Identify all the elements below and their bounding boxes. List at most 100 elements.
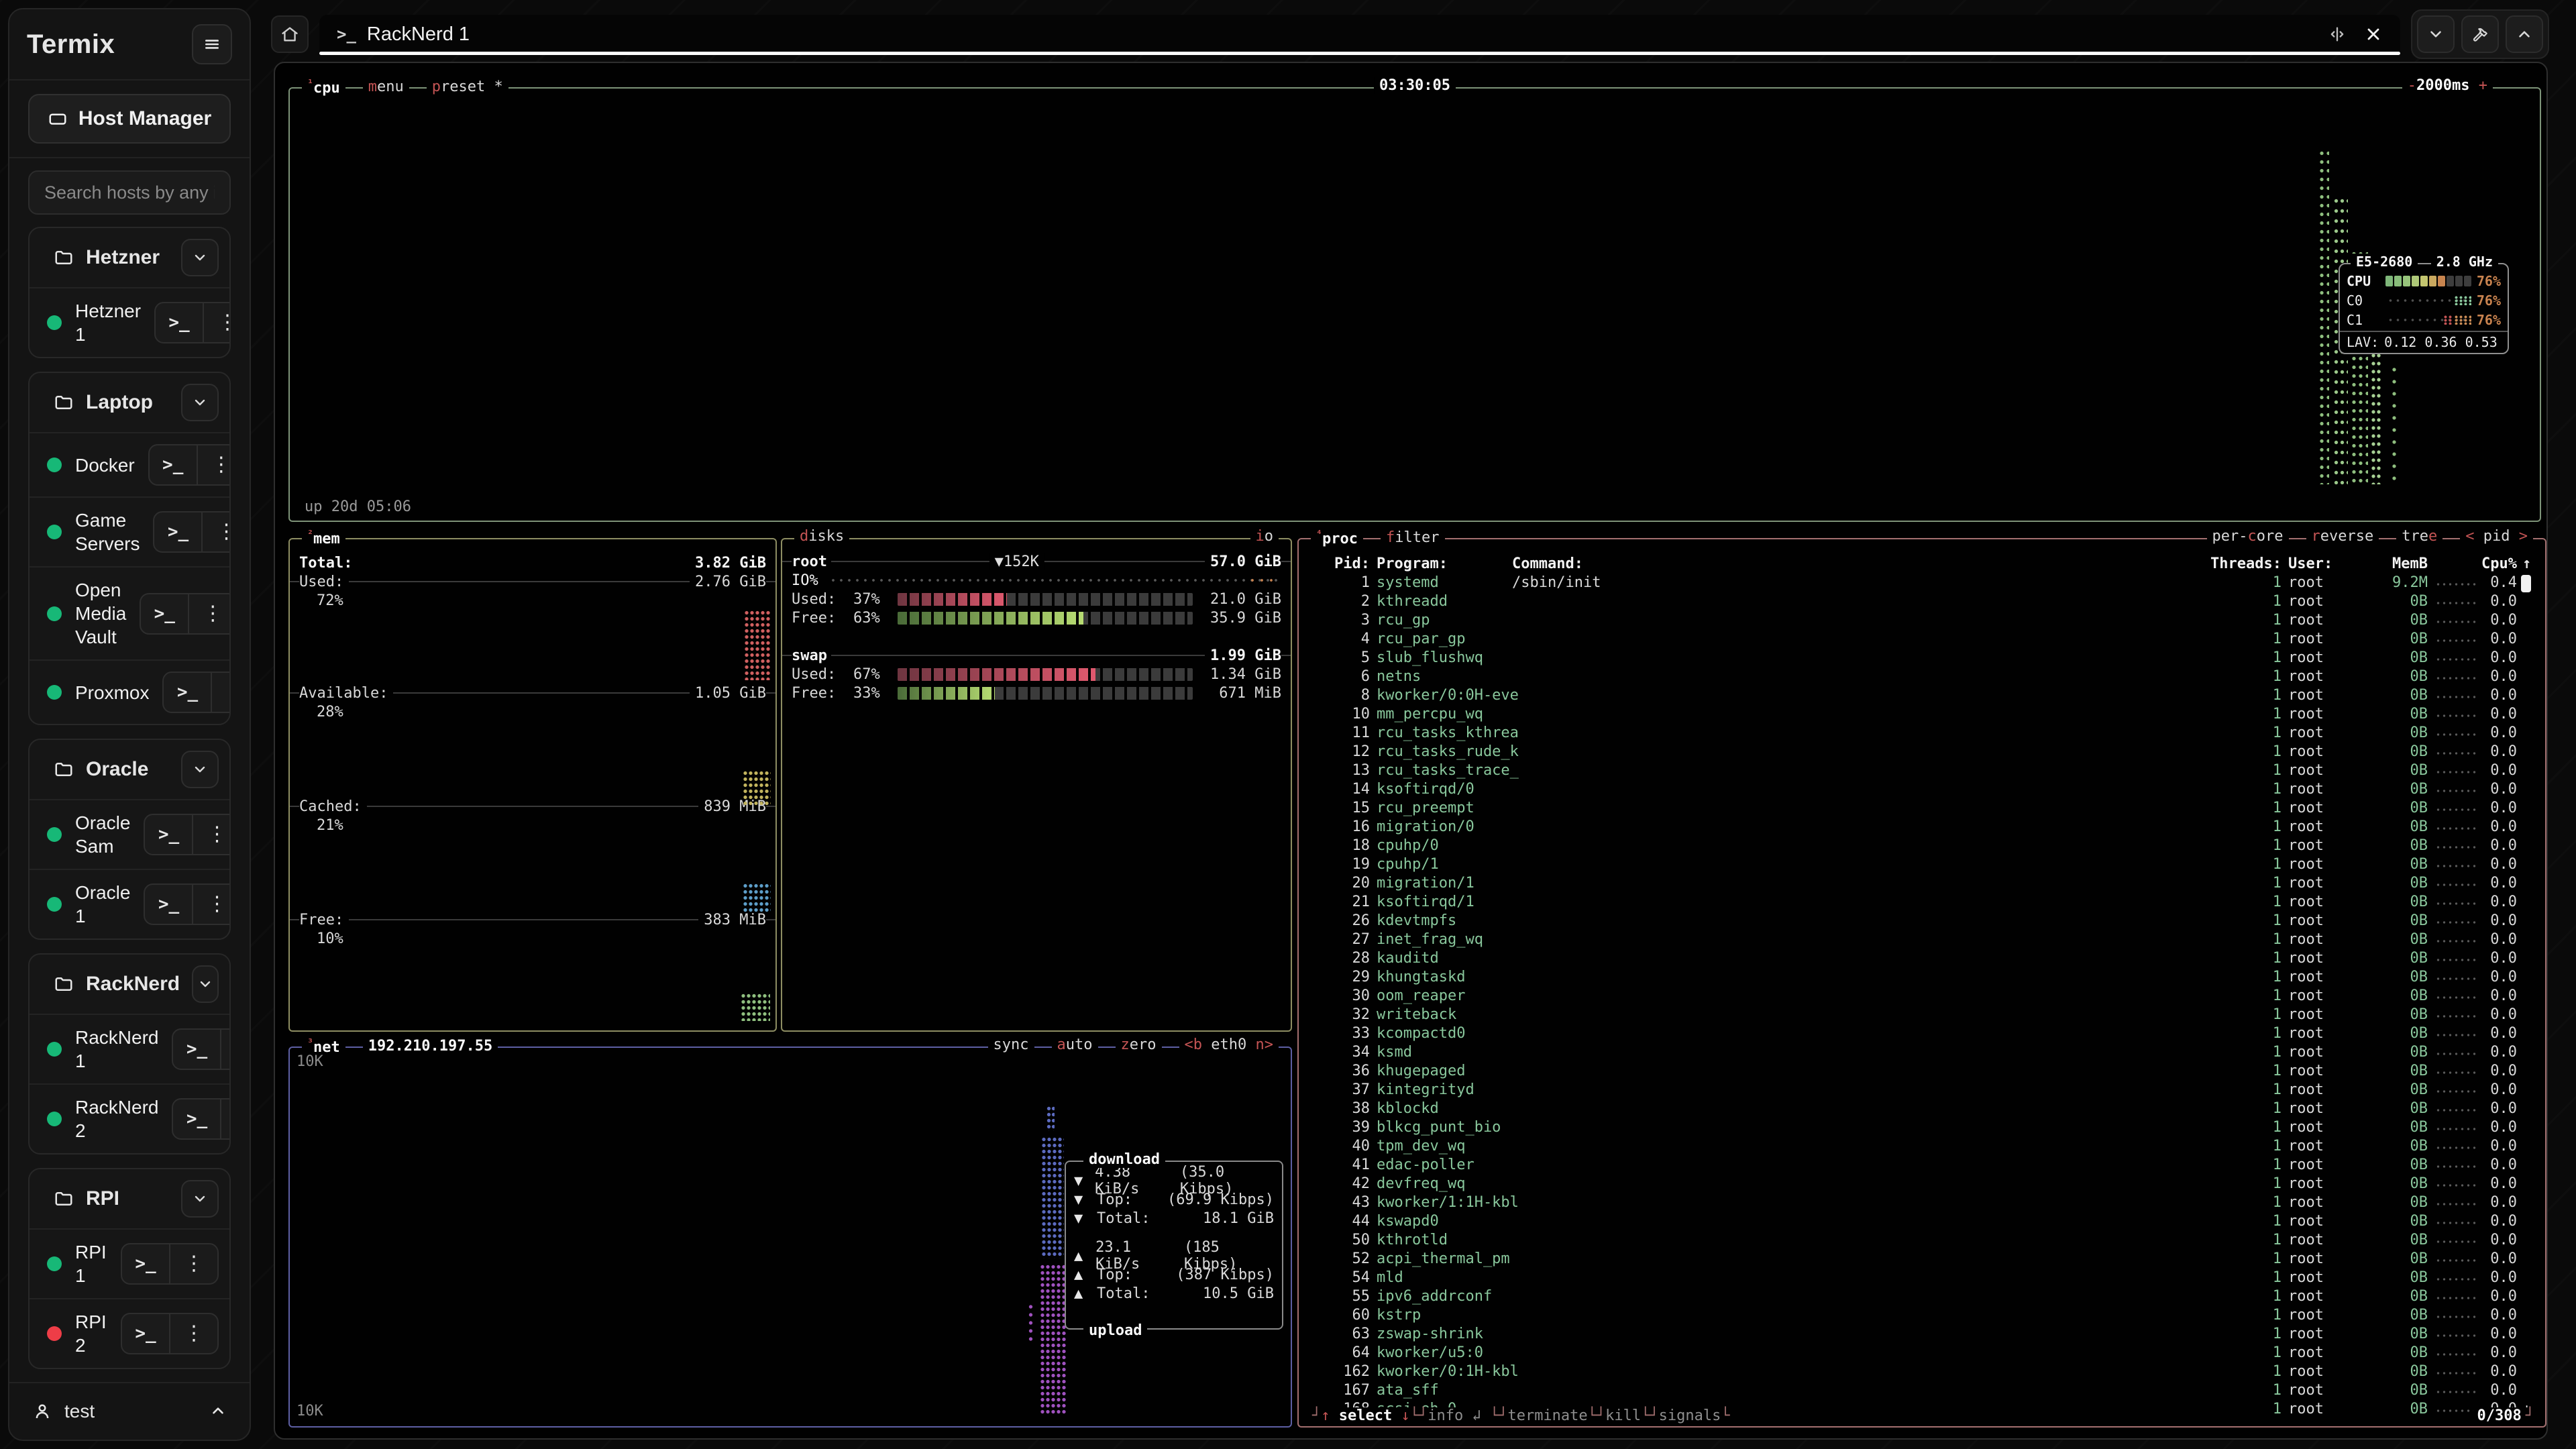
net-toggle[interactable]: sync: [988, 1036, 1034, 1053]
user-footer[interactable]: test: [9, 1382, 250, 1440]
host-row[interactable]: RPI 1>_⋮: [30, 1228, 229, 1298]
host-menu-button[interactable]: ⋮: [169, 1244, 217, 1283]
tools-button[interactable]: [2461, 15, 2499, 53]
net-toggle[interactable]: <b eth0 n>: [1179, 1036, 1279, 1053]
chevron-up-icon[interactable]: [209, 1403, 227, 1420]
group-header[interactable]: RackNerd: [30, 955, 229, 1014]
group-collapse-button[interactable]: [181, 384, 219, 421]
process-row[interactable]: 162kworker/0:1H-kbl1root0B0.0: [1311, 1363, 2533, 1382]
process-row[interactable]: 39blkcg_punt_bio1root0B0.0: [1311, 1119, 2533, 1138]
process-row[interactable]: 18cpuhp/01root0B0.0: [1311, 837, 2533, 856]
process-row[interactable]: 19cpuhp/11root0B0.0: [1311, 856, 2533, 875]
process-row[interactable]: 4rcu_par_gp1root0B0.0: [1311, 631, 2533, 649]
open-terminal-button[interactable]: >_: [154, 513, 201, 551]
process-row[interactable]: 6netns1root0B0.0: [1311, 668, 2533, 687]
process-row[interactable]: 54mld1root0B0.0: [1311, 1269, 2533, 1288]
host-row[interactable]: Game Servers>_⋮: [30, 496, 229, 566]
tab-racknerd-1[interactable]: >_ RackNerd 1: [319, 15, 2400, 54]
host-menu-button[interactable]: ⋮: [192, 815, 231, 854]
process-row[interactable]: 30oom_reaper1root0B0.0: [1311, 987, 2533, 1006]
open-terminal-button[interactable]: >_: [173, 1030, 220, 1069]
process-row[interactable]: 1systemd/sbin/init1root9.2M0.4: [1311, 574, 2533, 593]
host-menu-button[interactable]: ⋮: [192, 885, 231, 924]
host-manager-button[interactable]: Host Manager: [28, 94, 231, 144]
group-header[interactable]: Oracle: [30, 740, 229, 799]
terminal-screen[interactable]: ¹cpu menu preset * 03:30:05 -2000ms + E5…: [274, 62, 2548, 1440]
process-row[interactable]: 64kworker/u5:01root0B0.0: [1311, 1344, 2533, 1363]
open-terminal-button[interactable]: >_: [164, 673, 211, 712]
process-row[interactable]: 5slub_flushwq1root0B0.0: [1311, 649, 2533, 668]
open-terminal-button[interactable]: >_: [145, 815, 192, 854]
process-row[interactable]: 167ata_sff1root0B0.0: [1311, 1382, 2533, 1401]
process-row[interactable]: 10mm_percpu_wq1root0B0.0: [1311, 706, 2533, 724]
process-row[interactable]: 32writeback1root0B0.0: [1311, 1006, 2533, 1025]
net-toggle[interactable]: auto: [1052, 1036, 1098, 1053]
process-row[interactable]: 41edac-poller1root0B0.0: [1311, 1157, 2533, 1175]
host-menu-button[interactable]: ⋮: [211, 673, 231, 712]
io-toggle[interactable]: io: [1250, 528, 1279, 545]
open-terminal-button[interactable]: >_: [150, 445, 197, 484]
group-header[interactable]: Hetzner: [30, 228, 229, 287]
open-terminal-button[interactable]: >_: [156, 303, 203, 342]
host-row[interactable]: Hetzner 1>_⋮: [30, 287, 229, 357]
host-row[interactable]: Oracle Sam>_⋮: [30, 799, 229, 869]
process-row[interactable]: 40tpm_dev_wq1root0B0.0: [1311, 1138, 2533, 1157]
process-row[interactable]: 50kthrotld1root0B0.0: [1311, 1232, 2533, 1250]
process-row[interactable]: 43kworker/1:1H-kbl1root0B0.0: [1311, 1194, 2533, 1213]
process-row[interactable]: 52acpi_thermal_pm1root0B0.0: [1311, 1250, 2533, 1269]
process-row[interactable]: 26kdevtmpfs1root0B0.0: [1311, 912, 2533, 931]
open-terminal-button[interactable]: >_: [145, 885, 192, 924]
process-row[interactable]: 2kthreadd1root0B0.0: [1311, 593, 2533, 612]
preset-toggle[interactable]: preset *: [427, 78, 508, 95]
host-menu-button[interactable]: ⋮: [197, 445, 231, 484]
group-collapse-button[interactable]: [181, 751, 219, 788]
host-menu-button[interactable]: ⋮: [220, 1099, 231, 1138]
open-terminal-button[interactable]: >_: [122, 1314, 169, 1353]
host-row[interactable]: Proxmox>_⋮: [30, 659, 229, 724]
group-collapse-button[interactable]: [192, 965, 219, 1003]
process-row[interactable]: 38kblockd1root0B0.0: [1311, 1100, 2533, 1119]
process-row[interactable]: 27inet_frag_wq1root0B0.0: [1311, 931, 2533, 950]
process-table[interactable]: 1systemd/sbin/init1root9.2M0.42kthreadd1…: [1311, 574, 2533, 1415]
proc-toggle[interactable]: tree: [2396, 528, 2443, 545]
split-pane-icon[interactable]: [2328, 25, 2347, 44]
process-row[interactable]: 15rcu_preempt1root0B0.0: [1311, 800, 2533, 818]
net-toggle[interactable]: zero: [1116, 1036, 1162, 1053]
open-terminal-button[interactable]: >_: [173, 1099, 220, 1138]
process-row[interactable]: 3rcu_gp1root0B0.0: [1311, 612, 2533, 631]
process-row[interactable]: 36khugepaged1root0B0.0: [1311, 1063, 2533, 1081]
group-collapse-button[interactable]: [181, 1180, 219, 1218]
process-row[interactable]: 37kintegrityd1root0B0.0: [1311, 1081, 2533, 1100]
host-menu-button[interactable]: ⋮: [188, 594, 231, 633]
rate-increase[interactable]: +: [2479, 77, 2487, 94]
process-row[interactable]: 44kswapd01root0B0.0: [1311, 1213, 2533, 1232]
group-header[interactable]: RPI: [30, 1169, 229, 1228]
process-row[interactable]: 55ipv6_addrconf1root0B0.0: [1311, 1288, 2533, 1307]
open-terminal-button[interactable]: >_: [141, 594, 188, 633]
process-row[interactable]: 8kworker/0:0H-eve1root0B0.0: [1311, 687, 2533, 706]
process-row[interactable]: 12rcu_tasks_rude_k1root0B0.0: [1311, 743, 2533, 762]
close-tab-icon[interactable]: [2364, 25, 2383, 44]
process-row[interactable]: 42devfreq_wq1root0B0.0: [1311, 1175, 2533, 1194]
process-actions[interactable]: ┘↑ select ↓└┘info ↲ └┘terminate└┘kill└┘s…: [1309, 1407, 1733, 1424]
process-row[interactable]: 29khungtaskd1root0B0.0: [1311, 969, 2533, 987]
host-row[interactable]: Open Media Vault>_⋮: [30, 566, 229, 659]
expand-button[interactable]: [2506, 15, 2543, 53]
host-menu-button[interactable]: ⋮: [169, 1314, 217, 1353]
host-menu-button[interactable]: ⋮: [220, 1030, 231, 1069]
filter-toggle[interactable]: filter: [1381, 529, 1444, 546]
process-row[interactable]: 16migration/01root0B0.0: [1311, 818, 2533, 837]
collapse-button[interactable]: [2417, 15, 2455, 53]
process-row[interactable]: 34ksmd1root0B0.0: [1311, 1044, 2533, 1063]
rate-decrease[interactable]: -: [2408, 77, 2416, 94]
process-row[interactable]: 33kcompactd01root0B0.0: [1311, 1025, 2533, 1044]
host-menu-button[interactable]: ⋮: [203, 303, 231, 342]
menu-toggle[interactable]: menu: [363, 78, 409, 95]
process-row[interactable]: 28kauditd1root0B0.0: [1311, 950, 2533, 969]
process-row[interactable]: 13rcu_tasks_trace_1root0B0.0: [1311, 762, 2533, 781]
proc-toggle[interactable]: reverse: [2306, 528, 2379, 545]
host-row[interactable]: RackNerd 2>_⋮: [30, 1083, 229, 1153]
proc-toggle[interactable]: < pid >: [2460, 528, 2533, 545]
host-row[interactable]: RPI 2>_⋮: [30, 1298, 229, 1368]
sort-direction-icon[interactable]: ↑: [2522, 555, 2531, 572]
